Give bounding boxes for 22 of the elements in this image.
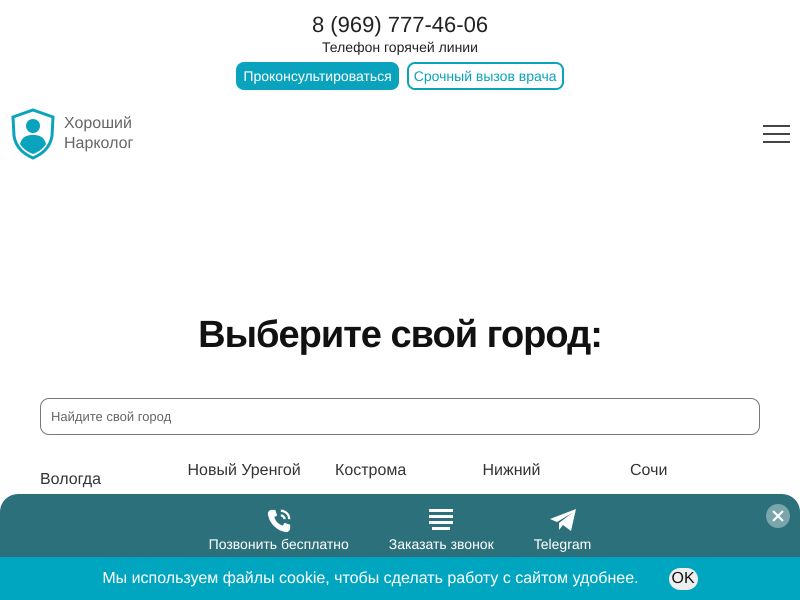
city-link[interactable]: Сочи bbox=[630, 461, 668, 481]
city-picker-title: Выберите свой город: bbox=[197, 313, 603, 358]
city-search-field[interactable]: Найдите свой город bbox=[40, 398, 760, 435]
paper-plane-icon[interactable] bbox=[548, 508, 577, 532]
logo-text: Нарколог bbox=[64, 134, 134, 154]
city-link[interactable]: Нижний bbox=[482, 461, 540, 481]
logo-text: Хороший bbox=[64, 114, 133, 134]
shield-doctor-icon[interactable] bbox=[10, 108, 56, 160]
hotline-caption: Телефон горячей линии bbox=[322, 39, 478, 55]
action-label[interactable]: Позвонить бесплатно bbox=[208, 536, 349, 552]
close-button[interactable] bbox=[766, 504, 790, 528]
city-link[interactable]: Вологда bbox=[40, 470, 101, 490]
menu-icon[interactable] bbox=[763, 124, 790, 144]
city-link[interactable]: Кострома bbox=[335, 461, 406, 481]
action-label[interactable]: Заказать звонок bbox=[388, 536, 494, 552]
phone-number[interactable]: 8 (969) 777-46-06 bbox=[312, 11, 488, 39]
list-icon[interactable] bbox=[429, 508, 454, 530]
ok-button[interactable]: OK bbox=[668, 568, 698, 590]
cookie-notice: Мы используем файлы cookie, чтобы сделать работу с сайтом удобнее. bbox=[102, 570, 639, 588]
city-link[interactable]: Новый Уренгой bbox=[188, 461, 301, 481]
close-icon bbox=[772, 510, 784, 522]
action-label[interactable]: Telegram bbox=[534, 536, 592, 552]
